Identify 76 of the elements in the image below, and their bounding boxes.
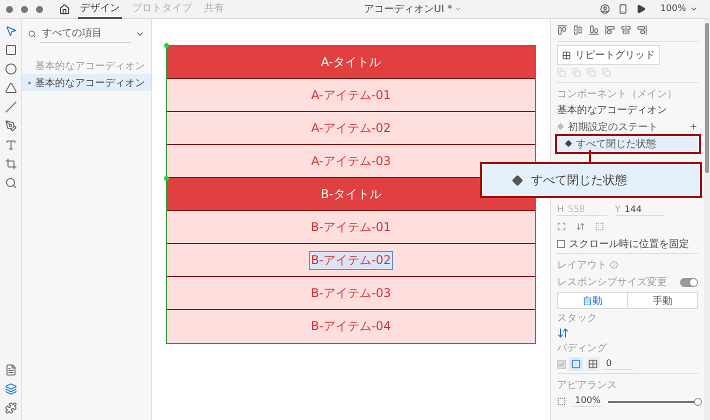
callout-label: すべて閉じた状態: [531, 172, 627, 188]
opacity-icon: [557, 397, 566, 406]
circle-icon[interactable]: [4, 63, 16, 75]
state-icon: [512, 174, 523, 186]
caret-icon[interactable]: [454, 5, 462, 13]
selection-handle[interactable]: [164, 43, 169, 48]
pen-icon[interactable]: [4, 120, 16, 132]
row-label: A-アイテム-02: [310, 120, 392, 136]
row-label: A-アイテム-03: [310, 152, 392, 170]
toggle-switch[interactable]: [680, 278, 698, 286]
frame-icon[interactable]: [595, 222, 604, 231]
window-close-button[interactable]: [6, 6, 13, 12]
row-label: B-アイテム-03: [310, 284, 392, 302]
row-label: B-アイテム-01: [310, 218, 392, 236]
padding-sides-button[interactable]: [586, 357, 600, 371]
scroll-fix-checkbox[interactable]: スクロール時に位置を固定: [557, 237, 698, 251]
window-title: アコーディオンUI *: [364, 3, 452, 16]
padding-field[interactable]: 0: [603, 358, 633, 370]
info-icon: [610, 261, 618, 269]
row-label: B-タイトル: [320, 186, 382, 202]
selection-handle[interactable]: [164, 176, 169, 181]
triangle-icon[interactable]: [4, 82, 16, 94]
search-icon: [28, 30, 36, 38]
scrollbar[interactable]: [705, 23, 709, 173]
resize-icon[interactable]: [557, 222, 566, 231]
section-heading: パディング: [557, 342, 607, 355]
align-top-icon[interactable]: [557, 25, 567, 35]
align-center-icon[interactable]: [621, 25, 631, 35]
crop-icon[interactable]: [4, 158, 16, 170]
arrows-icon[interactable]: [576, 222, 585, 231]
caret-icon: [690, 5, 698, 13]
align-bottom-icon[interactable]: [589, 25, 599, 35]
search-icon[interactable]: [4, 177, 16, 189]
row-label: A-タイトル: [320, 54, 382, 70]
padding-uniform-button[interactable]: [569, 357, 583, 371]
component-icon: [28, 78, 31, 86]
toggle-label: レスポンシブサイズ変更: [557, 276, 667, 289]
search-field[interactable]: すべての項目: [40, 25, 131, 43]
line-icon[interactable]: [4, 101, 16, 113]
layers-icon[interactable]: [4, 383, 16, 395]
stack-icon[interactable]: [557, 327, 569, 339]
phone-icon[interactable]: [618, 4, 628, 14]
state-icon: [565, 140, 572, 147]
section-heading: コンポーネント（メイン）: [557, 88, 677, 101]
state-item[interactable]: すべて閉じた状態: [557, 136, 698, 151]
dimension-field[interactable]: Y 144: [615, 205, 665, 216]
row-label: B-アイテム-02: [310, 252, 392, 268]
align-middle-icon[interactable]: [573, 25, 583, 35]
user-icon[interactable]: [600, 4, 610, 14]
state-item[interactable]: 初期設定のステート: [557, 119, 698, 134]
home-icon[interactable]: [59, 4, 70, 14]
row-label: A-アイテム-01: [310, 86, 392, 104]
align-right-icon[interactable]: [637, 25, 647, 35]
layer-item[interactable]: 基本的なアコーディオン: [22, 74, 151, 91]
state-icon: [557, 123, 564, 130]
document-icon[interactable]: [4, 364, 16, 376]
component-name: 基本的なアコーディオン: [557, 104, 668, 117]
puzzle-icon[interactable]: [4, 402, 16, 414]
section-heading: レイアウト: [557, 259, 607, 272]
grid-icon: [562, 50, 571, 60]
zoom-dropdown[interactable]: 100%: [654, 3, 704, 15]
section-heading: スタック: [557, 312, 597, 325]
align-left-icon[interactable]: [605, 25, 615, 35]
play-icon[interactable]: [636, 4, 646, 14]
rectangle-icon[interactable]: [4, 44, 16, 56]
segment-option[interactable]: 手動: [627, 293, 697, 308]
pointer-icon[interactable]: [4, 25, 16, 37]
add-icon[interactable]: [689, 122, 698, 131]
repeat-grid-button[interactable]: リピートグリッド: [557, 45, 660, 65]
window-maximize-button[interactable]: [36, 6, 43, 12]
segment-option[interactable]: 自動: [558, 293, 627, 308]
row-label: B-アイテム-04: [310, 318, 392, 335]
section-heading: アピアランス: [557, 379, 617, 392]
window-minimize-button[interactable]: [21, 6, 28, 12]
text-icon[interactable]: [4, 139, 16, 151]
opacity-field[interactable]: 100%: [572, 396, 602, 407]
